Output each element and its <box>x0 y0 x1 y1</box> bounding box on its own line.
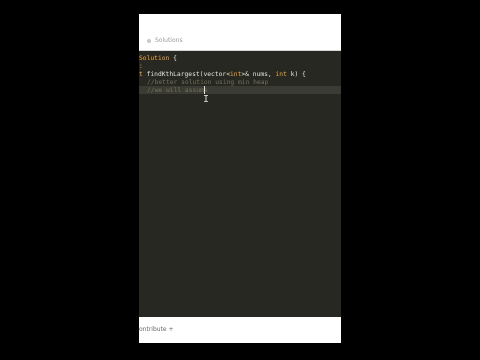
breadcrumb-label: Solutions <box>155 37 183 44</box>
code-editor[interactable]: Solution { : t findKthLargest(vector<int… <box>139 51 341 317</box>
code-comment: //we will assume <box>147 87 208 94</box>
keyword: Solution <box>139 55 170 62</box>
code-text: >& nums, <box>241 71 276 78</box>
type-keyword: int <box>230 71 242 78</box>
breadcrumb[interactable]: Solutions <box>147 37 183 44</box>
code-line-1[interactable]: Solution { <box>139 54 177 64</box>
code-text: k) { <box>286 71 306 78</box>
type-keyword: int <box>275 71 287 78</box>
text-caret <box>204 86 205 94</box>
bullet-icon <box>147 38 151 43</box>
footer-bar: ontribute + <box>139 317 341 343</box>
code-line-5[interactable]: //we will assume <box>147 86 208 96</box>
code-text: { <box>169 55 177 62</box>
code-text: : <box>139 63 143 70</box>
contribute-link[interactable]: ontribute + <box>139 326 174 333</box>
code-comment: //better solution using min heap <box>147 79 269 86</box>
text-cursor-icon: I <box>203 94 210 105</box>
function-signature: findKthLargest(vector< <box>142 71 230 78</box>
top-bar: Solutions <box>139 14 341 54</box>
app-window: Solutions Solution { : t findKthLargest(… <box>139 0 341 360</box>
